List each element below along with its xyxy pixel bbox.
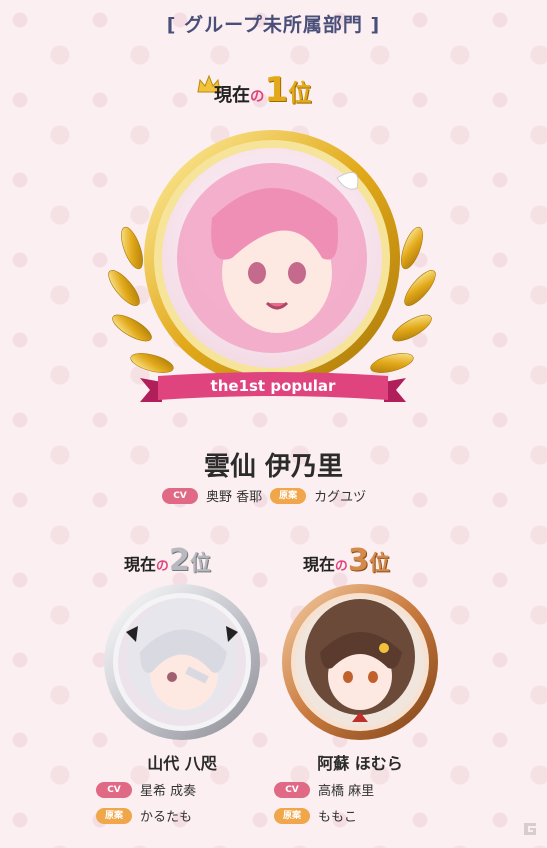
ribbon-banner: the1st popular <box>140 372 406 406</box>
rank-3-art: ももこ <box>318 810 358 825</box>
rank-3-cv-credit: CV 高橋 麻里 <box>274 780 374 799</box>
rank-3-cv: 高橋 麻里 <box>318 784 375 799</box>
rank-2-name: 山代 八咫 <box>147 754 217 773</box>
section-header: [ グループ未所属部門 ] <box>166 14 381 36</box>
rank-1-name: 雲仙 伊乃里 <box>203 452 344 482</box>
ribbon-text: the1st popular <box>210 377 336 395</box>
rank-1-art: カグユヅ <box>314 490 367 505</box>
rank-3-art-credit: 原案 ももこ <box>274 806 357 825</box>
original-design-tag: 原案 <box>274 807 310 824</box>
rank-3-title: 現在の3位 <box>303 543 390 578</box>
cv-tag: CV <box>162 487 198 504</box>
rank-2-art: かるたも <box>140 810 193 825</box>
gamer-logo-icon <box>521 820 539 842</box>
original-design-tag: 原案 <box>96 807 132 824</box>
rank-2-cv-credit: CV 星希 成奏 <box>96 780 196 799</box>
cv-tag: CV <box>96 781 132 798</box>
original-design-tag: 原案 <box>270 487 307 504</box>
rank-1-title: 現在の1位 <box>214 70 312 110</box>
rank-3-medal <box>280 582 440 746</box>
rank-1-cv: 奥野 香耶 <box>206 490 263 505</box>
rank-2-title: 現在の2位 <box>124 543 211 578</box>
rank-2-art-credit: 原案 かるたも <box>96 806 192 825</box>
cv-tag: CV <box>274 781 310 798</box>
rank-3-name: 阿蘇 ほむら <box>317 754 403 773</box>
rank-2-cv: 星希 成奏 <box>140 784 197 799</box>
rank-2-medal <box>102 582 262 746</box>
rank-1-credits: CV 奥野 香耶 原案 カグユヅ <box>162 486 366 505</box>
